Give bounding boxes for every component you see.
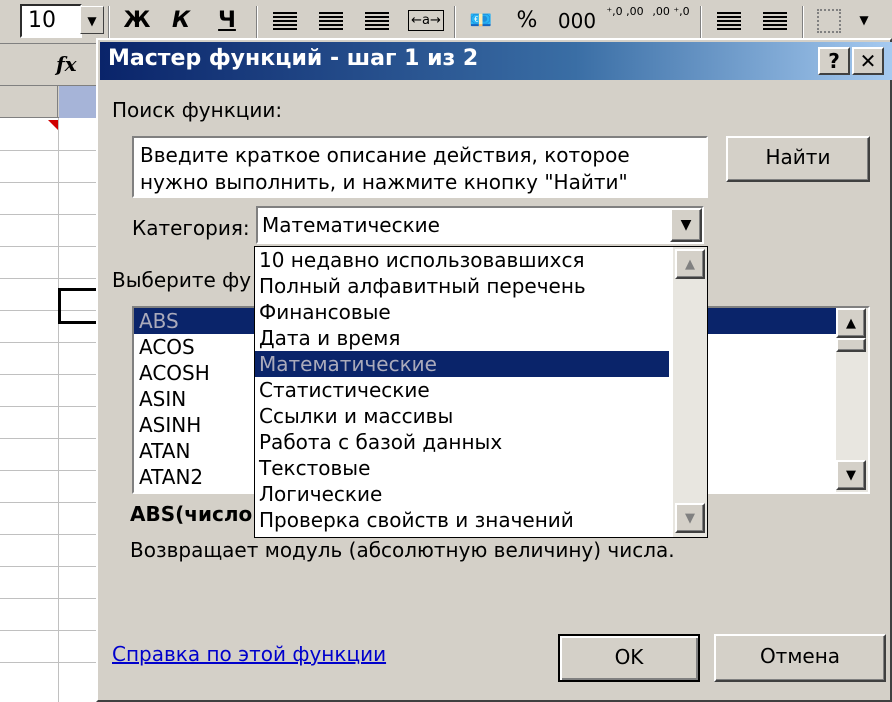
bold-button[interactable]: Ж xyxy=(120,4,154,38)
font-size-dropdown-button[interactable]: ▼ xyxy=(80,6,104,34)
percent-button[interactable]: % xyxy=(510,4,544,38)
currency-icon: 💶 xyxy=(469,10,493,31)
font-size-field[interactable]: 10 xyxy=(20,4,82,38)
percent-label: % xyxy=(516,8,538,33)
cancel-button-label: Отмена xyxy=(759,644,841,668)
help-button[interactable]: ? xyxy=(818,47,850,75)
dropdown-option-selected[interactable]: Математические xyxy=(255,351,669,377)
merge-center-icon: ←a→ xyxy=(408,10,444,31)
ok-button-label: OK xyxy=(614,645,644,669)
category-select[interactable]: Математические ▼ xyxy=(256,206,704,244)
align-left-button[interactable] xyxy=(268,4,302,38)
ok-button[interactable]: OK xyxy=(558,634,700,682)
arrow-down-icon: ▼ xyxy=(846,468,856,483)
column-header-row xyxy=(0,86,98,118)
scroll-up-button[interactable]: ▲ xyxy=(836,308,866,338)
align-right-button[interactable] xyxy=(360,4,394,38)
bold-label: Ж xyxy=(123,8,151,33)
fx-icon[interactable]: fx xyxy=(56,52,77,76)
active-cell[interactable] xyxy=(58,288,98,324)
search-label: Поиск функции: xyxy=(112,98,283,122)
decrease-indent-button[interactable] xyxy=(712,4,746,38)
scroll-thumb[interactable] xyxy=(836,338,866,352)
column-header[interactable] xyxy=(0,86,58,118)
function-wizard-dialog: Мастер функций - шаг 1 из 2 ? ✕ Поиск фу… xyxy=(96,38,892,702)
function-signature: ABS(число xyxy=(130,502,253,526)
column-header-selected[interactable] xyxy=(59,86,98,118)
dialog-title: Мастер функций - шаг 1 из 2 xyxy=(108,46,479,71)
toolbar-separator xyxy=(454,6,456,38)
function-list-scrollbar[interactable]: ▲ ▼ xyxy=(836,308,868,492)
dropdown-option[interactable]: Логические xyxy=(255,481,669,507)
dropdown-option[interactable]: Финансовые xyxy=(255,299,669,325)
dropdown-option[interactable]: 10 недавно использовавшихся xyxy=(255,247,669,273)
category-dropdown-scrollbar[interactable]: ▲ ▼ xyxy=(673,247,707,537)
toolbar-separator xyxy=(108,6,110,38)
borders-icon xyxy=(817,9,841,33)
question-icon: ? xyxy=(828,49,840,73)
font-size-value: 10 xyxy=(28,8,56,33)
toolbar-separator xyxy=(256,6,258,38)
search-input[interactable]: Введите краткое описание действия, котор… xyxy=(132,136,708,198)
dropdown-option[interactable]: Статистические xyxy=(255,377,669,403)
toolbar-separator xyxy=(700,6,702,38)
underline-button[interactable]: Ч xyxy=(210,4,244,38)
italic-label: К xyxy=(172,8,190,33)
category-dropdown-button[interactable]: ▼ xyxy=(670,208,702,242)
dropdown-option[interactable]: Дата и время xyxy=(255,325,669,351)
category-value: Математические xyxy=(262,213,440,237)
arrow-down-icon: ▼ xyxy=(685,511,695,526)
borders-dropdown-button[interactable]: ▼ xyxy=(852,6,876,34)
comment-indicator-icon xyxy=(48,120,58,130)
increase-decimal-button[interactable]: ⁺,0 ,00 xyxy=(604,2,646,36)
decrease-decimal-icon: ,00 ⁺,0 xyxy=(652,5,690,18)
dropdown-option[interactable]: Проверка свойств и значений xyxy=(255,507,669,533)
dropdown-option[interactable]: Работа с базой данных xyxy=(255,429,669,455)
formula-bar: fx xyxy=(0,44,98,86)
cancel-button[interactable]: Отмена xyxy=(714,634,886,682)
currency-button[interactable]: 💶 xyxy=(464,4,498,38)
dropdown-option[interactable]: Ссылки и массивы xyxy=(255,403,669,429)
category-dropdown-list[interactable]: 10 недавно использовавшихся Полный алфав… xyxy=(254,246,708,538)
chevron-down-icon: ▼ xyxy=(87,14,97,28)
merge-center-button[interactable]: ←a→ xyxy=(406,4,446,38)
scroll-down-button[interactable]: ▼ xyxy=(675,503,705,533)
category-label: Категория: xyxy=(132,216,250,240)
borders-button[interactable] xyxy=(812,4,846,38)
scroll-down-button[interactable]: ▼ xyxy=(836,460,866,490)
close-button[interactable]: ✕ xyxy=(852,47,884,75)
decrease-decimal-button[interactable]: ,00 ⁺,0 xyxy=(650,2,692,36)
scroll-up-button[interactable]: ▲ xyxy=(675,249,705,279)
increase-indent-icon xyxy=(763,12,787,30)
dropdown-option[interactable]: Текстовые xyxy=(255,455,669,481)
increase-indent-button[interactable] xyxy=(758,4,792,38)
align-left-icon xyxy=(273,12,297,30)
underline-label: Ч xyxy=(218,8,236,33)
arrow-up-icon: ▲ xyxy=(685,257,695,272)
decrease-indent-icon xyxy=(717,12,741,30)
chevron-down-icon: ▼ xyxy=(859,13,869,27)
dropdown-option[interactable]: Полный алфавитный перечень xyxy=(255,273,669,299)
close-icon: ✕ xyxy=(859,49,877,73)
align-right-icon xyxy=(365,12,389,30)
increase-decimal-icon: ⁺,0 ,00 xyxy=(606,5,644,18)
find-button-label: Найти xyxy=(765,145,831,169)
toolbar-separator xyxy=(802,6,804,38)
thousands-button[interactable]: 000 xyxy=(556,4,598,38)
italic-button[interactable]: К xyxy=(164,4,198,38)
find-button[interactable]: Найти xyxy=(726,136,870,182)
align-center-icon xyxy=(319,12,343,30)
align-center-button[interactable] xyxy=(314,4,348,38)
dialog-title-bar[interactable]: Мастер функций - шаг 1 из 2 ? ✕ xyxy=(100,42,892,80)
function-help-link[interactable]: Справка по этой функции xyxy=(112,642,386,666)
thousands-label: 000 xyxy=(557,9,597,33)
worksheet-background: fx xyxy=(0,44,98,702)
function-description: Возвращает модуль (абсолютную величину) … xyxy=(130,538,675,562)
select-function-label: Выберите фу xyxy=(112,268,252,292)
chevron-down-icon: ▼ xyxy=(680,217,692,233)
arrow-up-icon: ▲ xyxy=(846,316,856,331)
